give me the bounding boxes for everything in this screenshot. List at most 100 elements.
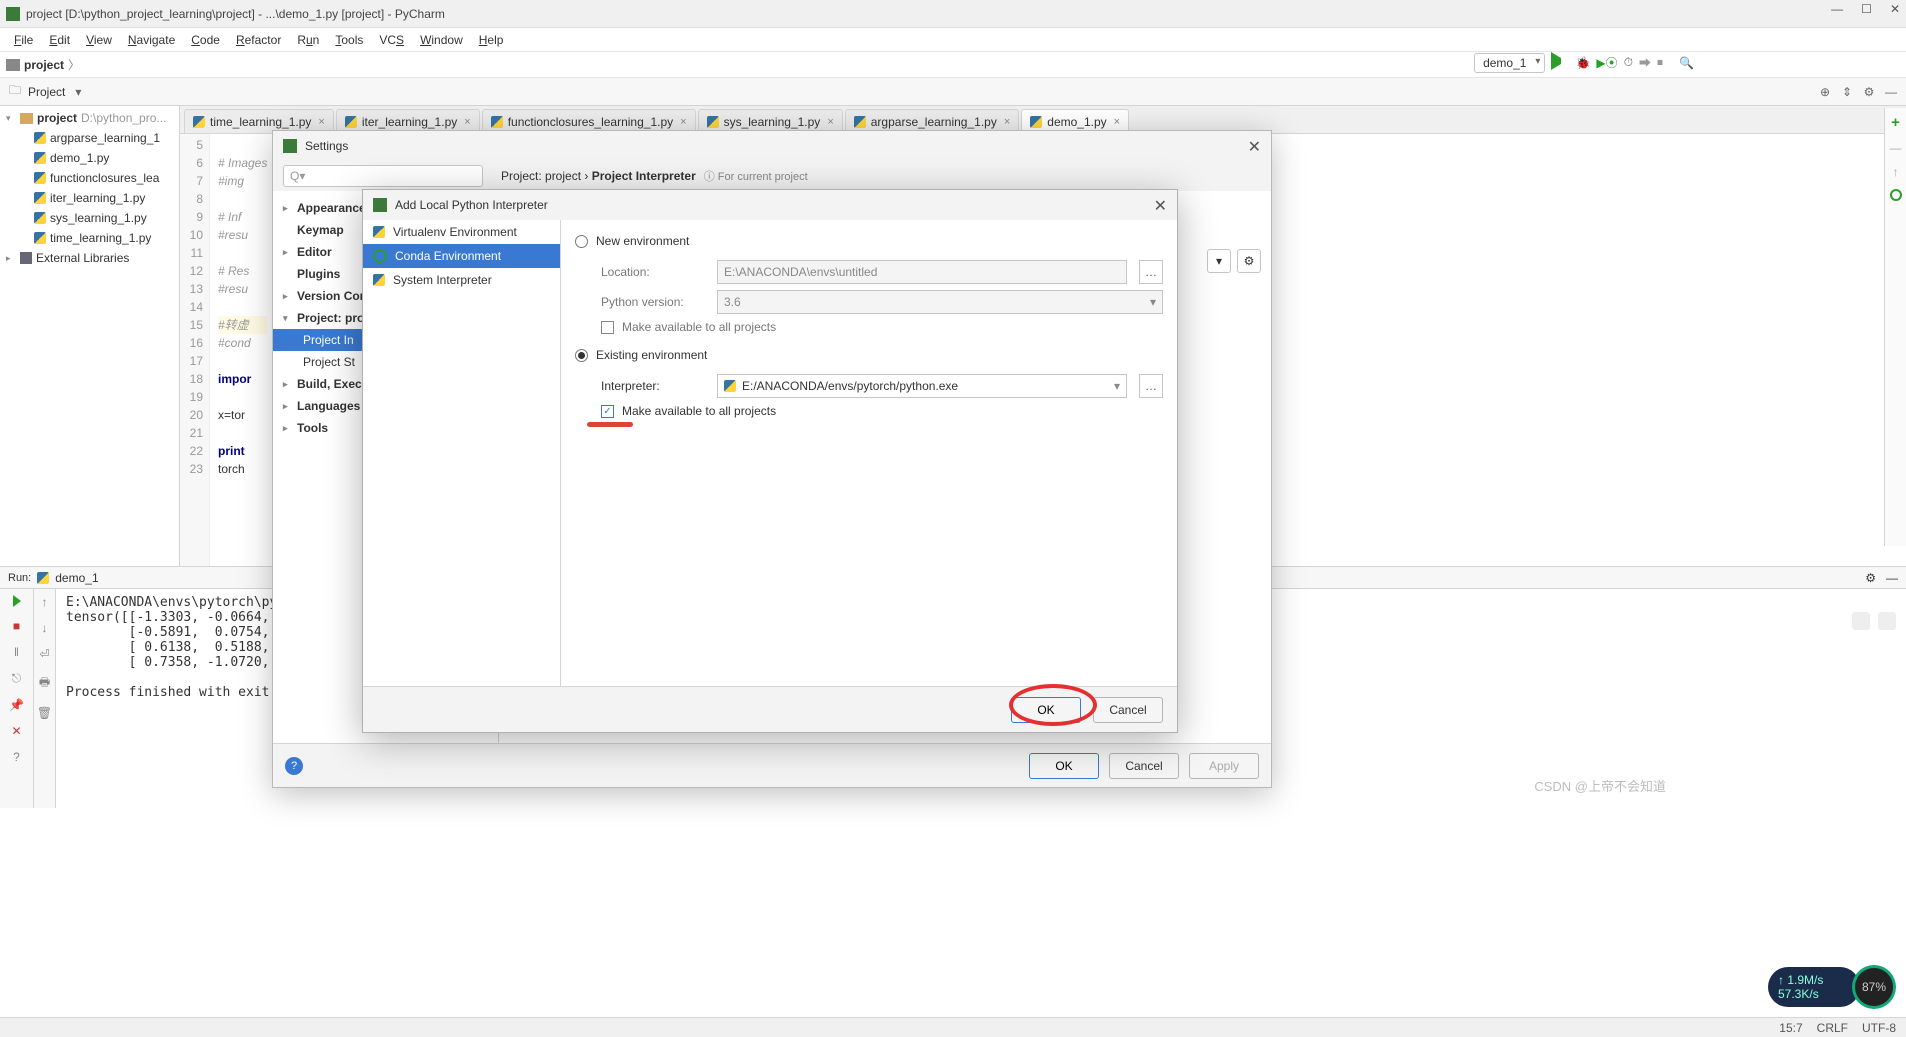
pin-icon[interactable]: 📌 xyxy=(9,698,24,712)
settings-cancel-button[interactable]: Cancel xyxy=(1109,753,1179,779)
project-dropdown[interactable]: 🗀 xyxy=(6,83,24,101)
chevron-down-icon[interactable]: ▾ xyxy=(69,83,87,101)
close-icon[interactable]: ✕ xyxy=(1248,137,1261,157)
type-system[interactable]: System Interpreter xyxy=(363,268,560,292)
stop-icon[interactable]: ■ xyxy=(13,619,20,633)
menu-view[interactable]: View xyxy=(80,31,118,49)
addint-cancel-button[interactable]: Cancel xyxy=(1093,697,1163,723)
settings-apply-button[interactable]: Apply xyxy=(1189,753,1259,779)
attach-button[interactable]: ⏹ xyxy=(1657,55,1663,70)
menu-file[interactable]: FFileile xyxy=(8,31,39,49)
help-icon[interactable]: ? xyxy=(13,750,20,764)
interpreter-input[interactable]: E:/ANACONDA/envs/pytorch/python.exe ▾ xyxy=(717,374,1127,398)
pause-icon[interactable]: ‖ xyxy=(14,645,19,659)
tree-file[interactable]: sys_learning_1.py xyxy=(0,208,179,228)
window-title: project [D:\python_project_learning\proj… xyxy=(26,7,445,21)
location-label: Location: xyxy=(601,265,705,279)
menu-refactor[interactable]: Refactor xyxy=(230,31,287,49)
main-menu: FFileile Edit View Navigate Code Refacto… xyxy=(0,28,1906,52)
tree-file[interactable]: demo_1.py xyxy=(0,148,179,168)
status-position[interactable]: 15:7 xyxy=(1779,1021,1802,1035)
radio-new-env[interactable] xyxy=(575,235,588,248)
chevron-right-icon: ▸ xyxy=(6,253,16,264)
circle-icon[interactable] xyxy=(1890,189,1902,201)
close-tab-icon[interactable]: × xyxy=(1004,116,1010,128)
status-crlf[interactable]: CRLF xyxy=(1817,1021,1848,1035)
settings-icon[interactable]: ⚙ xyxy=(1860,83,1878,101)
python-icon xyxy=(193,116,205,128)
close-icon[interactable]: ✕ xyxy=(1890,2,1900,16)
help-icon[interactable]: ? xyxy=(285,757,303,775)
up-icon[interactable]: ↑ xyxy=(1893,165,1899,179)
menu-navigate[interactable]: Navigate xyxy=(122,31,181,49)
settings-ok-button[interactable]: OK xyxy=(1029,753,1099,779)
addint-ok-button[interactable]: OK xyxy=(1011,697,1081,723)
hide-panel-icon[interactable]: — xyxy=(1886,571,1898,585)
menu-window[interactable]: Window xyxy=(414,31,469,49)
radio-existing-env[interactable] xyxy=(575,349,588,362)
maximize-icon[interactable]: ☐ xyxy=(1861,2,1872,16)
tree-external-libs[interactable]: ▸ External Libraries xyxy=(0,248,179,268)
close-tab-icon[interactable]: × xyxy=(464,116,470,128)
hide-icon[interactable]: — xyxy=(1882,83,1900,101)
menu-help[interactable]: Help xyxy=(473,31,510,49)
close-tab-icon[interactable]: × xyxy=(1114,116,1120,128)
ime-icon[interactable] xyxy=(1852,612,1870,630)
python-icon xyxy=(1030,116,1042,128)
close-tab-icon[interactable]: × xyxy=(827,116,833,128)
down-arrow-icon[interactable]: ↓ xyxy=(42,621,48,635)
settings-search[interactable]: Q▾ xyxy=(283,165,483,187)
trash-icon[interactable]: 🗑 xyxy=(37,706,52,720)
browse-button[interactable]: … xyxy=(1139,260,1163,284)
python-icon xyxy=(34,152,46,164)
tree-root[interactable]: ▾ project D:\python_pro... xyxy=(0,108,179,128)
close-tab-icon[interactable]: × xyxy=(318,116,324,128)
collapse-icon[interactable]: ⇕ xyxy=(1838,83,1856,101)
run-config-dropdown[interactable]: demo_1 xyxy=(1474,53,1545,73)
search-everywhere-icon[interactable]: 🔍 xyxy=(1679,56,1694,70)
close-icon[interactable]: ✕ xyxy=(1154,196,1167,216)
menu-run[interactable]: Run xyxy=(291,31,325,49)
coverage-button[interactable]: ▶⦿ xyxy=(1596,54,1617,71)
python-icon xyxy=(34,172,46,184)
profile-button[interactable]: ⏱ xyxy=(1624,55,1633,70)
print-icon[interactable]: 🖶 xyxy=(39,673,50,694)
tree-file[interactable]: iter_learning_1.py xyxy=(0,188,179,208)
python-icon xyxy=(34,212,46,224)
gear-icon[interactable]: ⚙ xyxy=(1865,571,1876,585)
wrap-icon[interactable]: ⏎ xyxy=(39,647,49,661)
close-tab-icon[interactable]: × xyxy=(680,116,686,128)
menu-tools[interactable]: Tools xyxy=(329,31,369,49)
run-button[interactable] xyxy=(1551,52,1569,73)
type-conda[interactable]: Conda Environment xyxy=(363,244,560,268)
tree-file[interactable]: argparse_learning_1 xyxy=(0,128,179,148)
debug-button[interactable]: 🐞 xyxy=(1575,56,1590,70)
exit-icon[interactable]: ⎋ xyxy=(12,671,22,686)
rerun-icon[interactable] xyxy=(13,595,21,607)
play-icon xyxy=(1551,52,1569,70)
minus-icon[interactable]: — xyxy=(1890,141,1902,155)
add-icon[interactable]: + xyxy=(1891,114,1900,131)
select-target-icon[interactable]: ⊕ xyxy=(1816,83,1834,101)
project-toolbar: 🗀 Project ▾ ⊕ ⇕ ⚙ — xyxy=(0,78,1906,106)
menu-vcs[interactable]: VCS xyxy=(373,31,410,49)
minimize-icon[interactable]: — xyxy=(1831,2,1843,16)
type-virtualenv[interactable]: Virtualenv Environment xyxy=(363,220,560,244)
close-icon[interactable]: ✕ xyxy=(11,724,21,738)
gear-icon[interactable]: ⚙ xyxy=(1237,249,1261,273)
status-encoding[interactable]: UTF-8 xyxy=(1862,1021,1896,1035)
tree-file[interactable]: functionclosures_lea xyxy=(0,168,179,188)
make-available-2-checkbox[interactable] xyxy=(601,405,614,418)
stop-button[interactable]: ⮕ xyxy=(1639,54,1651,71)
pyver-label: Python version: xyxy=(601,295,705,309)
menu-edit[interactable]: Edit xyxy=(43,31,76,49)
tree-file[interactable]: time_learning_1.py xyxy=(0,228,179,248)
interpreter-dropdown[interactable]: ▾ xyxy=(1207,249,1231,273)
make-available-1-label: Make available to all projects xyxy=(622,320,776,334)
up-arrow-icon[interactable]: ↑ xyxy=(42,595,48,609)
breadcrumb-project[interactable]: project xyxy=(24,58,64,72)
editor-code[interactable]: # Images#img# Inf#resu# Res#resu#转虚#cond… xyxy=(210,134,267,566)
menu-code[interactable]: Code xyxy=(185,31,226,49)
browse-button[interactable]: … xyxy=(1139,374,1163,398)
new-env-label: New environment xyxy=(596,234,689,248)
